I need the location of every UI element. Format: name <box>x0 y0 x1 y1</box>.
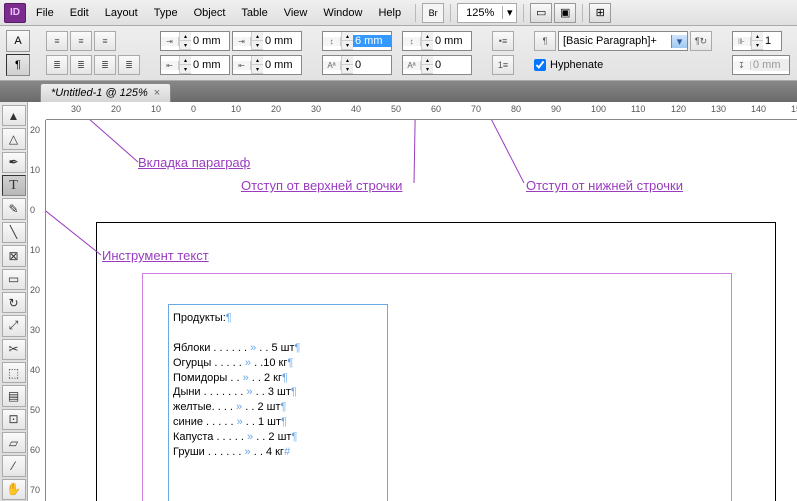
para-style-icon: ¶ <box>534 31 556 51</box>
separator <box>523 4 524 22</box>
selection-tool[interactable]: ▲ <box>2 105 26 126</box>
horizontal-ruler: 3020100102030405060708090100110120130140… <box>46 102 797 120</box>
drop-chars-icon: Aª <box>403 61 421 70</box>
left-indent-field[interactable]: ⇥▴▾ <box>160 31 230 51</box>
control-panel: A ¶ ≡ ≡ ≡ ≣ ≣ ≣ ≣ ⇥▴▾ ⇥▴▾ ⇤▴▾ ⇤▴▾ ↕▴▾ <box>0 26 797 81</box>
drop-cap-icon: Aª <box>323 61 341 70</box>
free-transform-tool[interactable]: ⬚ <box>2 362 26 383</box>
baseline-field[interactable]: ↧ <box>732 55 790 75</box>
space-before-field[interactable]: ↕▴▾ <box>322 31 392 51</box>
menu-help[interactable]: Help <box>370 3 409 23</box>
align-left-button[interactable]: ≡ <box>46 31 68 51</box>
paragraph-tab[interactable]: ¶ <box>6 54 30 76</box>
justify-left-button[interactable]: ≣ <box>46 55 68 75</box>
justify-center-button[interactable]: ≣ <box>70 55 92 75</box>
first-line-icon: ⇥ <box>233 37 251 46</box>
callout-paragraph-tab: Вкладка параграф <box>138 155 250 170</box>
space-after-field[interactable]: ↕▴▾ <box>402 31 472 51</box>
menu-table[interactable]: Table <box>233 3 275 23</box>
zoom-dropdown[interactable]: 125% ▾ <box>457 3 517 23</box>
page: Продукты:¶Яблоки . . . . . . » . . 5 шт¶… <box>96 222 776 501</box>
spacing-section-2: ↕▴▾ Aª▴▾ <box>398 30 476 76</box>
gradient-tool[interactable]: ▤ <box>2 385 26 406</box>
justify-all-button[interactable]: ≣ <box>118 55 140 75</box>
callout-bottom-indent: Отступ от нижней строчки <box>526 178 683 193</box>
vertical-ruler: 2010010203040506070 <box>28 120 46 501</box>
line-tool[interactable]: ╲ <box>2 222 26 243</box>
columns-field[interactable]: ⊪▴▾ <box>732 31 782 51</box>
paragraph-style-dropdown[interactable]: [Basic Paragraph]+ ▾ <box>558 31 688 51</box>
menu-window[interactable]: Window <box>315 3 370 23</box>
callout-top-indent: Отступ от верхней строчки <box>241 178 402 193</box>
note-tool[interactable]: ▱ <box>2 432 26 453</box>
last-line-indent-field[interactable]: ⇤▴▾ <box>232 55 302 75</box>
canvas[interactable]: Продукты:¶Яблоки . . . . . . » . . 5 шт¶… <box>46 120 797 501</box>
menubar: ID FileEditLayoutTypeObjectTableViewWind… <box>0 0 797 26</box>
menu-file[interactable]: File <box>28 3 62 23</box>
margin-guide: Продукты:¶Яблоки . . . . . . » . . 5 шт¶… <box>142 273 732 501</box>
separator <box>582 4 583 22</box>
hyphenate-checkbox[interactable]: Hyphenate <box>534 59 603 71</box>
spacing-section: ↕▴▾ Aª▴▾ <box>318 30 396 76</box>
justify-right-button[interactable]: ≣ <box>94 55 116 75</box>
space-before-icon: ↕ <box>323 37 341 46</box>
right-indent-field[interactable]: ⇤▴▾ <box>160 55 230 75</box>
close-tab-icon[interactable]: × <box>154 87 160 99</box>
separator <box>415 4 416 22</box>
zoom-value: 125% <box>458 7 502 19</box>
first-line-indent-field[interactable]: ⇥▴▾ <box>232 31 302 51</box>
document-tabs: *Untitled-1 @ 125% × <box>0 81 797 102</box>
app-icon: ID <box>4 3 26 23</box>
pen-tool[interactable]: ✒ <box>2 152 26 173</box>
text-content[interactable]: Продукты:¶Яблоки . . . . . . » . . 5 шт¶… <box>169 305 387 466</box>
type-tool[interactable]: T <box>2 175 26 196</box>
menu-type[interactable]: Type <box>146 3 186 23</box>
left-indent-icon: ⇥ <box>161 37 179 46</box>
menu-layout[interactable]: Layout <box>97 3 146 23</box>
hand-tool[interactable]: ✋ <box>2 479 26 500</box>
columns-section: ⊪▴▾ ↧ <box>728 30 794 76</box>
pencil-tool[interactable]: ✎ <box>2 198 26 219</box>
list-section: •≡ 1≡ <box>488 30 518 76</box>
eyedropper-tool[interactable]: ⁄ <box>2 455 26 476</box>
number-list-button[interactable]: 1≡ <box>492 55 514 75</box>
callout-text-tool: Инструмент текст <box>102 248 209 263</box>
baseline-icon: ↧ <box>733 61 751 70</box>
menu-object[interactable]: Object <box>186 3 234 23</box>
paragraph-style-section: ¶ [Basic Paragraph]+ ▾ ¶↻ Hyphenate <box>530 30 716 76</box>
last-line-icon: ⇤ <box>233 61 251 70</box>
chevron-down-icon[interactable]: ▾ <box>671 35 687 48</box>
scissors-tool[interactable]: ✂ <box>2 339 26 360</box>
rectangle-frame-tool[interactable]: ⊠ <box>2 245 26 266</box>
document-tab[interactable]: *Untitled-1 @ 125% × <box>40 83 171 102</box>
drop-cap-chars-field[interactable]: Aª▴▾ <box>402 55 472 75</box>
menu-view[interactable]: View <box>276 3 316 23</box>
chevron-down-icon[interactable]: ▾ <box>502 6 516 19</box>
rotate-tool[interactable]: ↻ <box>2 292 26 313</box>
rectangle-tool[interactable]: ▭ <box>2 269 26 290</box>
space-after-icon: ↕ <box>403 37 421 46</box>
scale-tool[interactable]: ⤢ <box>2 315 26 336</box>
menu-edit[interactable]: Edit <box>62 3 97 23</box>
columns-icon: ⊪ <box>733 37 751 46</box>
view-mode-button[interactable]: ▭ <box>530 3 552 23</box>
direct-selection-tool[interactable]: △ <box>2 128 26 149</box>
align-center-button[interactable]: ≡ <box>70 31 92 51</box>
align-right-button[interactable]: ≡ <box>94 31 116 51</box>
bullet-list-button[interactable]: •≡ <box>492 31 514 51</box>
toolbox: ▲ △ ✒ T ✎ ╲ ⊠ ▭ ↻ ⤢ ✂ ⬚ ▤ ⊡ ▱ ⁄ ✋ <box>0 102 28 501</box>
alignment-section: ≡ ≡ ≡ ≣ ≣ ≣ ≣ <box>42 30 144 76</box>
screen-mode-button[interactable]: ▣ <box>554 3 576 23</box>
button-tool[interactable]: ⊡ <box>2 409 26 430</box>
canvas-area: 3020100102030405060708090100110120130140… <box>28 102 797 501</box>
character-tab[interactable]: A <box>6 30 30 52</box>
clear-override-button[interactable]: ¶↻ <box>690 31 712 51</box>
arrange-button[interactable]: ⊞ <box>589 3 611 23</box>
drop-cap-lines-field[interactable]: Aª▴▾ <box>322 55 392 75</box>
right-indent-icon: ⇤ <box>161 61 179 70</box>
indent-section: ⇥▴▾ ⇥▴▾ ⇤▴▾ ⇤▴▾ <box>156 30 306 76</box>
text-frame[interactable]: Продукты:¶Яблоки . . . . . . » . . 5 шт¶… <box>168 304 388 501</box>
separator <box>450 4 451 22</box>
bridge-button[interactable]: Br <box>422 3 444 23</box>
